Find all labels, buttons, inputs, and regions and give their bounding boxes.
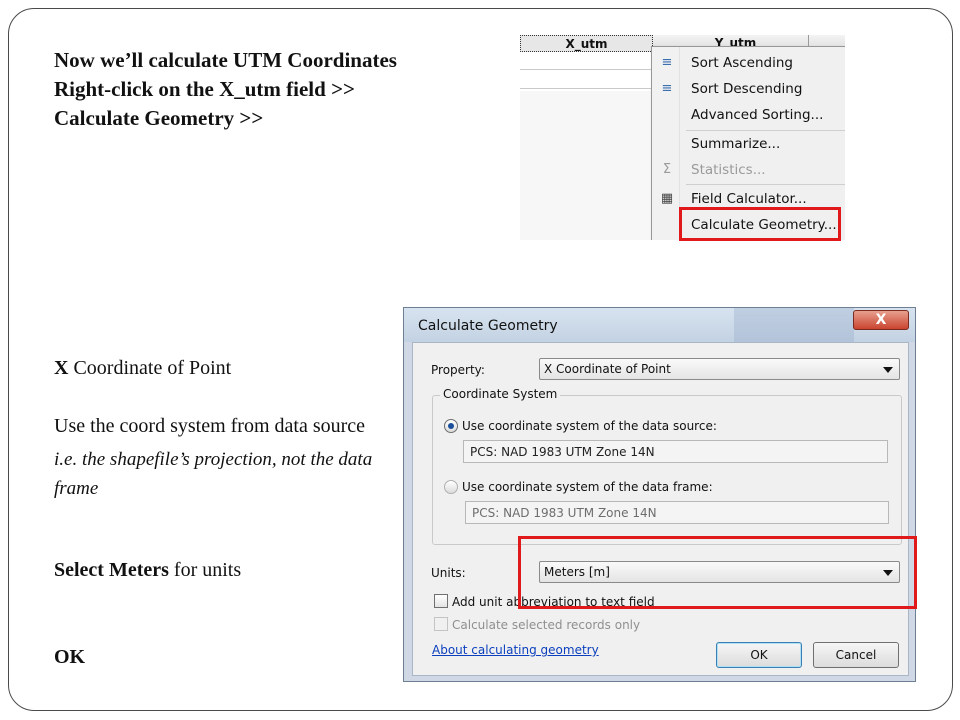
ok-button[interactable]: OK [716, 642, 802, 668]
menu-item-label: Sort Descending [691, 81, 803, 97]
chevron-down-icon [883, 367, 893, 373]
radio-data-source[interactable] [444, 419, 458, 433]
selected-records-checkbox[interactable] [434, 617, 448, 631]
radio-selected-dot [448, 423, 454, 429]
radio-data-frame[interactable] [444, 480, 458, 494]
add-unit-abbreviation-checkbox[interactable] [434, 594, 448, 608]
dialog-title: Calculate Geometry [418, 318, 558, 334]
data-source-pcs-value: PCS: NAD 1983 UTM Zone 14N [470, 445, 655, 459]
data-frame-pcs-value: PCS: NAD 1983 UTM Zone 14N [472, 506, 657, 520]
menu-separator [686, 130, 845, 131]
data-frame-pcs-field[interactable]: PCS: NAD 1983 UTM Zone 14N [465, 501, 889, 524]
sigma-icon: Σ [662, 162, 672, 177]
dialog-titlebar: Calculate Geometry X [404, 308, 915, 342]
data-source-pcs-field[interactable]: PCS: NAD 1983 UTM Zone 14N [463, 440, 888, 463]
column-header-x-utm[interactable]: X_utm [520, 35, 653, 52]
dialog-body: Property: X Coordinate of Point Coordina… [412, 342, 909, 676]
menu-item-statistics[interactable]: Σ Statistics... [652, 158, 845, 182]
table-empty-area [520, 91, 653, 240]
property-dropdown[interactable]: X Coordinate of Point [539, 358, 900, 380]
sort-ascending-icon: ≡ [661, 55, 673, 70]
calculate-geometry-dialog: Calculate Geometry X Property: X Coordin… [403, 307, 916, 682]
titlebar-reflection [734, 308, 854, 342]
note-meters-rest: for units [168, 559, 242, 581]
table-row[interactable] [520, 71, 653, 89]
table-row[interactable] [520, 52, 653, 70]
radio-data-frame-label[interactable]: Use coordinate system of the data frame: [462, 480, 713, 494]
note-ok: OK [54, 646, 86, 668]
menu-item-label: Summarize... [691, 136, 781, 152]
menu-item-label: Advanced Sorting... [691, 107, 824, 123]
selected-records-label[interactable]: Calculate selected records only [452, 618, 640, 632]
note-x-bold: X [54, 357, 69, 379]
intro-line-3: Calculate Geometry >> [54, 106, 264, 130]
intro-text: Now we’ll calculate UTM Coordinates Righ… [54, 46, 397, 133]
highlight-units [518, 536, 917, 609]
menu-item-advanced-sorting[interactable]: Advanced Sorting... [652, 103, 845, 127]
sort-descending-icon: ≡ [661, 81, 673, 96]
menu-item-label: Field Calculator... [691, 191, 807, 207]
menu-item-sort-descending[interactable]: ≡ Sort Descending [652, 77, 845, 101]
close-button[interactable]: X [853, 310, 909, 330]
note-coord-system: Use the coord system from data source [54, 415, 366, 437]
intro-line-1: Now we’ll calculate UTM Coordinates [54, 48, 397, 72]
calculator-icon: ▦ [660, 191, 674, 206]
note-x-rest: Coordinate of Point [68, 357, 232, 379]
intro-line-2: Right-click on the X_utm field >> [54, 77, 356, 101]
note-x-coordinate: X Coordinate of Point [54, 357, 231, 380]
coordinate-system-group-title: Coordinate System [440, 387, 561, 401]
menu-separator [686, 184, 845, 185]
menu-item-summarize[interactable]: Summarize... [652, 132, 845, 156]
menu-item-label: Sort Ascending [691, 55, 793, 71]
note-coord-system-italic: i.e. the shapefile’s projection, not the… [54, 449, 373, 499]
close-icon: X [875, 312, 887, 328]
units-label: Units: [431, 566, 466, 580]
note-meters: Select Meters for units [54, 559, 241, 582]
menu-item-sort-ascending[interactable]: ≡ Sort Ascending [652, 51, 845, 75]
property-dropdown-value: X Coordinate of Point [544, 362, 671, 376]
note-meters-bold: Select Meters [54, 559, 169, 581]
about-calculating-geometry-link[interactable]: About calculating geometry [432, 643, 599, 657]
menu-item-label: Statistics... [691, 162, 766, 178]
property-label: Property: [431, 363, 485, 377]
radio-data-source-label[interactable]: Use coordinate system of the data source… [462, 419, 717, 433]
cancel-button[interactable]: Cancel [813, 642, 899, 668]
highlight-calculate-geometry [679, 207, 841, 241]
